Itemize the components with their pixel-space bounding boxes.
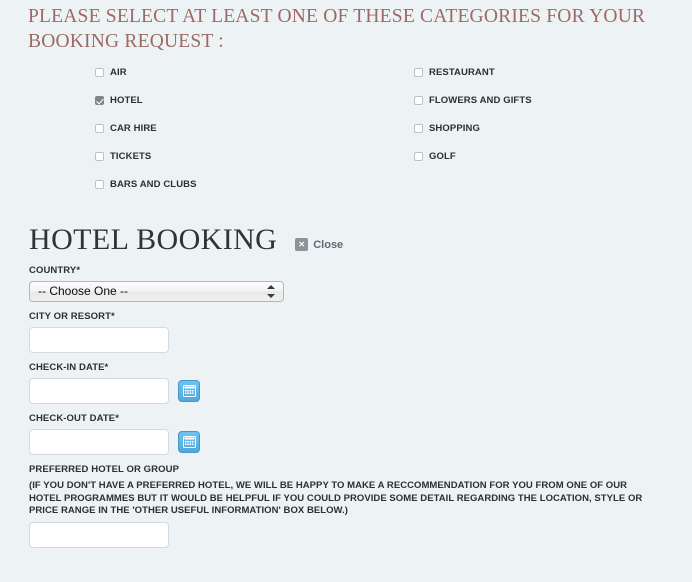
field-country: COUNTRY* -- Choose One -- <box>0 265 692 302</box>
check-in-date-input[interactable] <box>29 378 169 404</box>
close-icon[interactable]: ✕ <box>295 238 309 251</box>
checkbox-label-bars-and-clubs: BARS AND CLUBS <box>110 178 197 190</box>
label-preferred-hotel: PREFERRED HOTEL OR GROUP <box>29 464 180 475</box>
checkbox-label-air: AIR <box>110 66 127 78</box>
country-select-wrapper[interactable]: -- Choose One -- <box>29 281 284 302</box>
checkbox-row-flowers-and-gifts[interactable]: FLOWERS AND GIFTS <box>414 86 532 114</box>
field-check-in-date: CHECK-IN DATE* <box>0 362 692 404</box>
checkbox-row-hotel[interactable]: HOTEL <box>95 86 197 114</box>
preferred-hotel-input[interactable] <box>29 521 169 548</box>
checkbox-row-tickets[interactable]: TICKETS <box>95 142 197 170</box>
label-city-or-resort: CITY OR RESORT* <box>29 311 115 322</box>
checkbox-car-hire[interactable] <box>95 123 104 133</box>
checkbox-label-shopping: SHOPPING <box>429 122 480 134</box>
label-country: COUNTRY* <box>29 265 81 276</box>
check-out-date-input[interactable] <box>29 429 169 455</box>
field-city-or-resort: CITY OR RESORT* <box>0 311 692 353</box>
label-check-in-date: CHECK-IN DATE* <box>29 362 109 373</box>
checkbox-label-restaurant: RESTAURANT <box>429 66 495 78</box>
note-preferred-hotel: (IF YOU DON'T HAVE A PREFERRED HOTEL, WE… <box>29 480 643 516</box>
field-preferred-hotel: PREFERRED HOTEL OR GROUP (IF YOU DON'T H… <box>0 464 692 548</box>
category-column-left: AIR HOTEL CAR HIRE TICKETS BARS AND CLUB… <box>95 58 197 198</box>
checkbox-label-golf: GOLF <box>429 150 456 162</box>
check-out-date-row <box>29 429 692 455</box>
checkbox-label-car-hire: CAR HIRE <box>110 122 157 134</box>
checkbox-hotel[interactable] <box>95 95 104 105</box>
calendar-icon <box>182 385 196 397</box>
close-button-label: Close <box>313 238 344 251</box>
calendar-icon <box>182 436 196 448</box>
checkbox-label-flowers-and-gifts: FLOWERS AND GIFTS <box>429 94 532 106</box>
form-title: HOTEL BOOKING <box>29 223 278 256</box>
checkbox-tickets[interactable] <box>95 151 104 161</box>
form-header: HOTEL BOOKING ✕ Close <box>0 212 692 256</box>
checkbox-row-bars-and-clubs[interactable]: BARS AND CLUBS <box>95 170 197 198</box>
country-select[interactable]: -- Choose One -- <box>29 281 284 302</box>
chevron-updown-icon[interactable] <box>267 284 275 299</box>
checkbox-row-car-hire[interactable]: CAR HIRE <box>95 114 197 142</box>
checkbox-restaurant[interactable] <box>414 67 423 77</box>
checkbox-air[interactable] <box>95 67 104 77</box>
checkbox-label-hotel: HOTEL <box>110 94 143 106</box>
check-in-calendar-icon[interactable] <box>178 380 200 402</box>
checkbox-golf[interactable] <box>414 151 423 161</box>
checkbox-flowers-and-gifts[interactable] <box>414 95 423 105</box>
page-title: PLEASE SELECT AT LEAST ONE OF THESE CATE… <box>28 6 646 52</box>
field-check-out-date: CHECK-OUT DATE* <box>0 413 692 455</box>
label-check-out-date: CHECK-OUT DATE* <box>29 413 119 424</box>
checkbox-shopping[interactable] <box>414 123 423 133</box>
checkbox-row-restaurant[interactable]: RESTAURANT <box>414 58 532 86</box>
checkbox-row-air[interactable]: AIR <box>95 58 197 86</box>
checkbox-row-shopping[interactable]: SHOPPING <box>414 114 532 142</box>
check-out-calendar-icon[interactable] <box>178 431 200 453</box>
category-column-right: RESTAURANT FLOWERS AND GIFTS SHOPPING GO… <box>414 58 532 170</box>
city-or-resort-input[interactable] <box>29 327 169 353</box>
checkbox-bars-and-clubs[interactable] <box>95 179 104 189</box>
hotel-booking-form: HOTEL BOOKING ✕ Close COUNTRY* -- Choose… <box>0 212 692 548</box>
checkbox-row-golf[interactable]: GOLF <box>414 142 532 170</box>
close-button[interactable]: ✕ Close <box>295 238 343 251</box>
category-selection-group: AIR HOTEL CAR HIRE TICKETS BARS AND CLUB… <box>0 58 692 198</box>
checkbox-label-tickets: TICKETS <box>110 150 152 162</box>
check-in-date-row <box>29 378 692 404</box>
